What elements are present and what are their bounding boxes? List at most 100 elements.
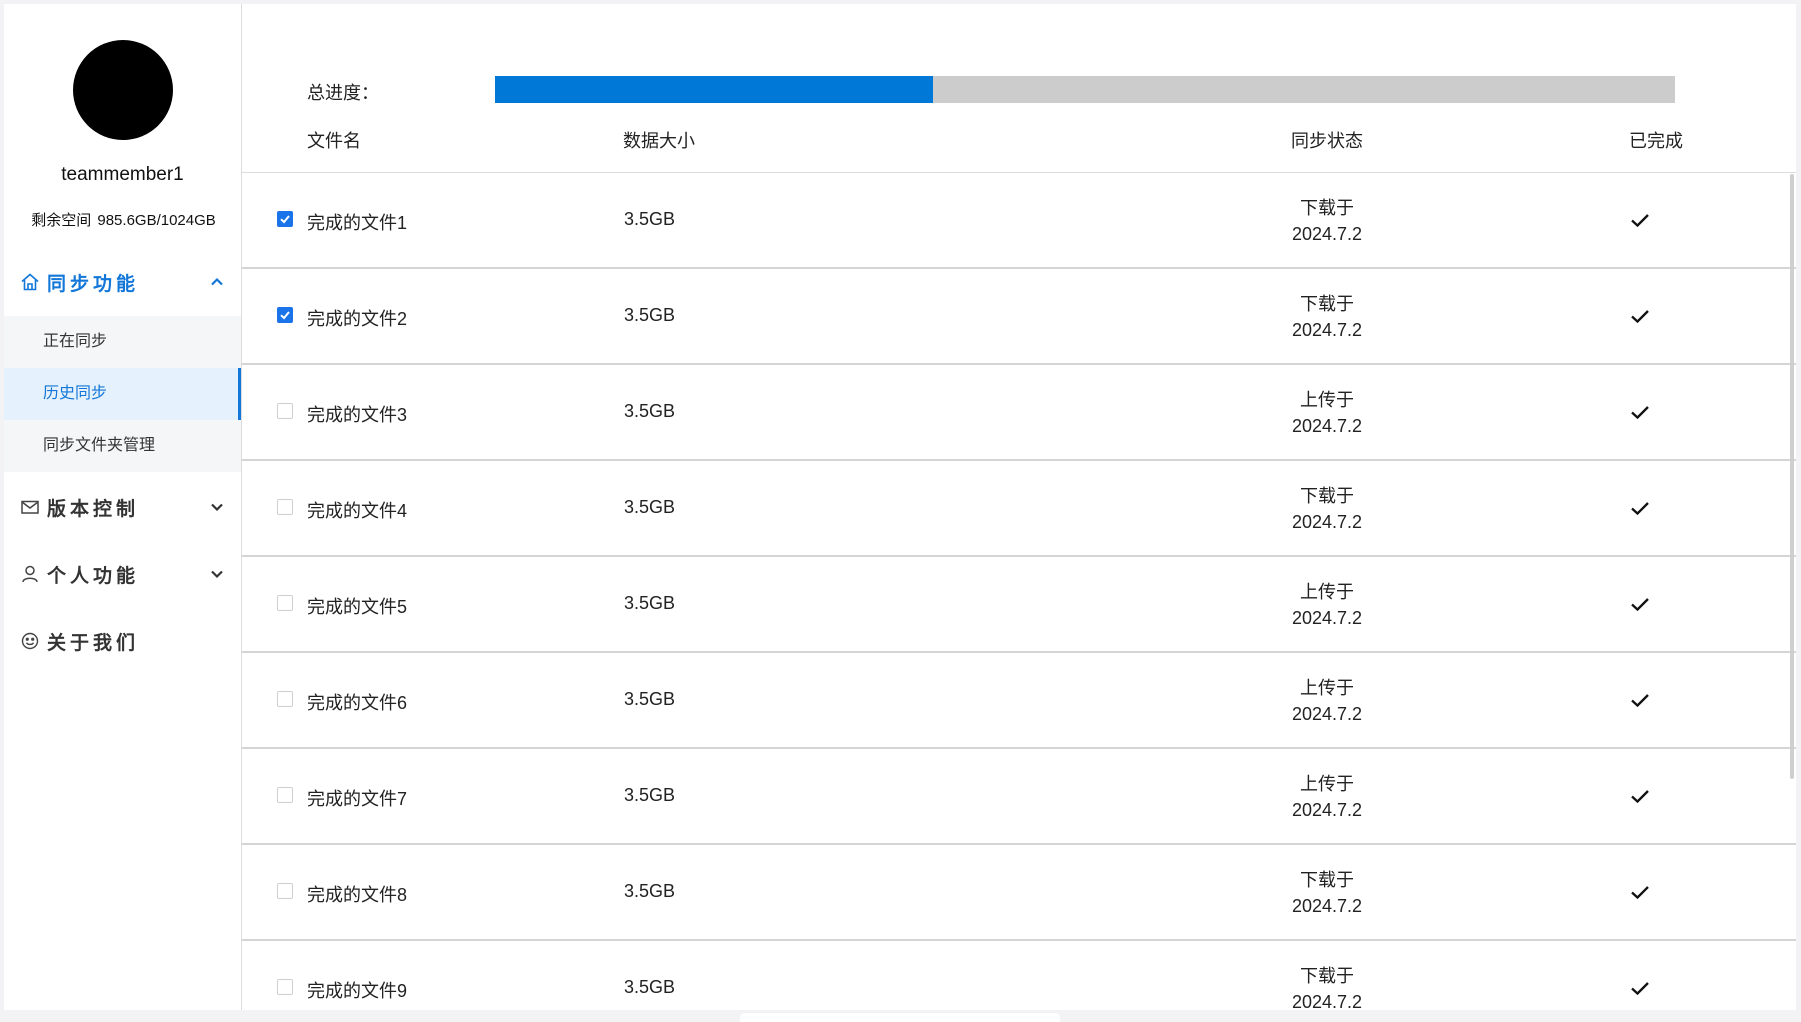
submenu-folder-management[interactable]: 同步文件夹管理 xyxy=(4,420,241,472)
sync-status: 上传于 2024.7.2 xyxy=(1257,387,1397,439)
submenu-history[interactable]: 历史同步 xyxy=(4,368,241,420)
completed-check-icon xyxy=(1631,790,1649,804)
bottom-handle[interactable] xyxy=(740,1013,1060,1022)
sync-date: 2024.7.2 xyxy=(1291,320,1363,340)
menu-sync-label: 同步功能 xyxy=(47,272,140,295)
user-icon xyxy=(22,565,38,583)
file-name: 完成的文件2 xyxy=(307,309,408,329)
table-row[interactable]: 完成的文件9 3.5GB 下载于 2024.7.2 xyxy=(242,941,1796,1010)
file-size: 3.5GB xyxy=(624,785,676,805)
completed-check-icon xyxy=(1631,502,1649,516)
menu-version-control-label: 版本控制 xyxy=(47,497,140,520)
row-checkbox[interactable] xyxy=(277,307,293,323)
file-size: 3.5GB xyxy=(624,977,676,997)
file-size: 3.5GB xyxy=(624,497,676,517)
file-size: 3.5GB xyxy=(624,401,676,421)
row-checkbox[interactable] xyxy=(277,499,293,515)
sync-date: 2024.7.2 xyxy=(1291,512,1363,532)
sync-status: 上传于 2024.7.2 xyxy=(1257,579,1397,631)
file-size: 3.5GB xyxy=(624,209,676,229)
sync-action: 下载于 xyxy=(1300,486,1354,506)
storage-space: 剩余空间 985.6GB/1024GB xyxy=(4,209,241,230)
row-checkbox[interactable] xyxy=(277,403,293,419)
table-row[interactable]: 完成的文件6 3.5GB 上传于 2024.7.2 xyxy=(242,653,1796,749)
sync-date: 2024.7.2 xyxy=(1291,416,1363,436)
home-icon xyxy=(21,273,39,291)
progress-label: 总进度： xyxy=(307,83,379,103)
file-size: 3.5GB xyxy=(624,593,676,613)
file-name: 完成的文件7 xyxy=(307,789,408,809)
chevron-up-icon xyxy=(211,277,223,286)
file-name: 完成的文件3 xyxy=(307,405,408,425)
menu-personal[interactable]: 个人功能 xyxy=(4,542,241,606)
table-row[interactable]: 完成的文件7 3.5GB 上传于 2024.7.2 xyxy=(242,749,1796,845)
storage-space-value: 985.6GB/1024GB xyxy=(97,212,216,229)
menu-about-us-label: 关于我们 xyxy=(47,631,140,654)
table-row[interactable]: 完成的文件2 3.5GB 下载于 2024.7.2 xyxy=(242,269,1796,365)
sync-action: 下载于 xyxy=(1300,870,1354,890)
sync-status: 下载于 2024.7.2 xyxy=(1257,963,1397,1010)
row-checkbox[interactable] xyxy=(277,883,293,899)
chevron-down-icon xyxy=(211,570,223,579)
file-name: 完成的文件4 xyxy=(307,501,408,521)
completed-check-icon xyxy=(1631,886,1649,900)
sync-date: 2024.7.2 xyxy=(1291,992,1363,1010)
mail-icon xyxy=(21,500,39,514)
completed-check-icon xyxy=(1631,310,1649,324)
completed-check-icon xyxy=(1631,598,1649,612)
sync-action: 上传于 xyxy=(1300,390,1354,410)
menu-about-us[interactable]: 关于我们 xyxy=(4,609,241,673)
sync-action: 上传于 xyxy=(1300,678,1354,698)
storage-space-label: 剩余空间 xyxy=(31,212,92,229)
table-row[interactable]: 完成的文件3 3.5GB 上传于 2024.7.2 xyxy=(242,365,1796,461)
sync-action: 上传于 xyxy=(1300,582,1354,602)
row-checkbox[interactable] xyxy=(277,595,293,611)
menu-personal-label: 个人功能 xyxy=(47,564,140,587)
file-name: 完成的文件5 xyxy=(307,597,408,617)
menu-sync[interactable]: 同步功能 xyxy=(4,250,241,314)
row-checkbox[interactable] xyxy=(277,211,293,227)
file-name: 完成的文件6 xyxy=(307,693,408,713)
sync-date: 2024.7.2 xyxy=(1291,800,1363,820)
sync-date: 2024.7.2 xyxy=(1291,896,1363,916)
sync-status: 上传于 2024.7.2 xyxy=(1257,675,1397,727)
chevron-down-icon xyxy=(211,503,223,512)
sync-action: 上传于 xyxy=(1300,774,1354,794)
sync-date: 2024.7.2 xyxy=(1291,224,1363,244)
header-filename: 文件名 xyxy=(307,131,361,151)
smile-icon xyxy=(21,632,39,650)
table-row[interactable]: 完成的文件1 3.5GB 下载于 2024.7.2 xyxy=(242,173,1796,269)
sync-status: 下载于 2024.7.2 xyxy=(1257,195,1397,247)
total-progress-fill xyxy=(495,76,933,103)
header-completed: 已完成 xyxy=(1629,131,1683,151)
submenu-syncing[interactable]: 正在同步 xyxy=(4,316,241,368)
menu-version-control[interactable]: 版本控制 xyxy=(4,475,241,539)
sync-date: 2024.7.2 xyxy=(1291,704,1363,724)
completed-check-icon xyxy=(1631,694,1649,708)
sync-action: 下载于 xyxy=(1300,198,1354,218)
sync-submenu: 正在同步 历史同步 同步文件夹管理 xyxy=(4,316,241,472)
completed-check-icon xyxy=(1631,982,1649,996)
scrollbar[interactable] xyxy=(1790,174,1794,779)
row-checkbox[interactable] xyxy=(277,979,293,995)
completed-check-icon xyxy=(1631,406,1649,420)
sidebar: teammember1 剩余空间 985.6GB/1024GB 同步功能 正在同… xyxy=(4,4,241,1010)
avatar[interactable] xyxy=(73,40,173,140)
username: teammember1 xyxy=(61,164,184,185)
header-size: 数据大小 xyxy=(623,131,695,151)
sync-status: 下载于 2024.7.2 xyxy=(1257,867,1397,919)
file-size: 3.5GB xyxy=(624,689,676,709)
file-name: 完成的文件9 xyxy=(307,981,408,1001)
sync-status: 下载于 2024.7.2 xyxy=(1257,483,1397,535)
sync-action: 下载于 xyxy=(1300,294,1354,314)
file-name: 完成的文件1 xyxy=(307,213,408,233)
table-row[interactable]: 完成的文件8 3.5GB 下载于 2024.7.2 xyxy=(242,845,1796,941)
table-row[interactable]: 完成的文件4 3.5GB 下载于 2024.7.2 xyxy=(242,461,1796,557)
total-progress-bar xyxy=(495,76,1675,103)
row-checkbox[interactable] xyxy=(277,691,293,707)
row-checkbox[interactable] xyxy=(277,787,293,803)
file-size: 3.5GB xyxy=(624,881,676,901)
table-row[interactable]: 完成的文件5 3.5GB 上传于 2024.7.2 xyxy=(242,557,1796,653)
sync-status: 下载于 2024.7.2 xyxy=(1257,291,1397,343)
sync-date: 2024.7.2 xyxy=(1291,608,1363,628)
